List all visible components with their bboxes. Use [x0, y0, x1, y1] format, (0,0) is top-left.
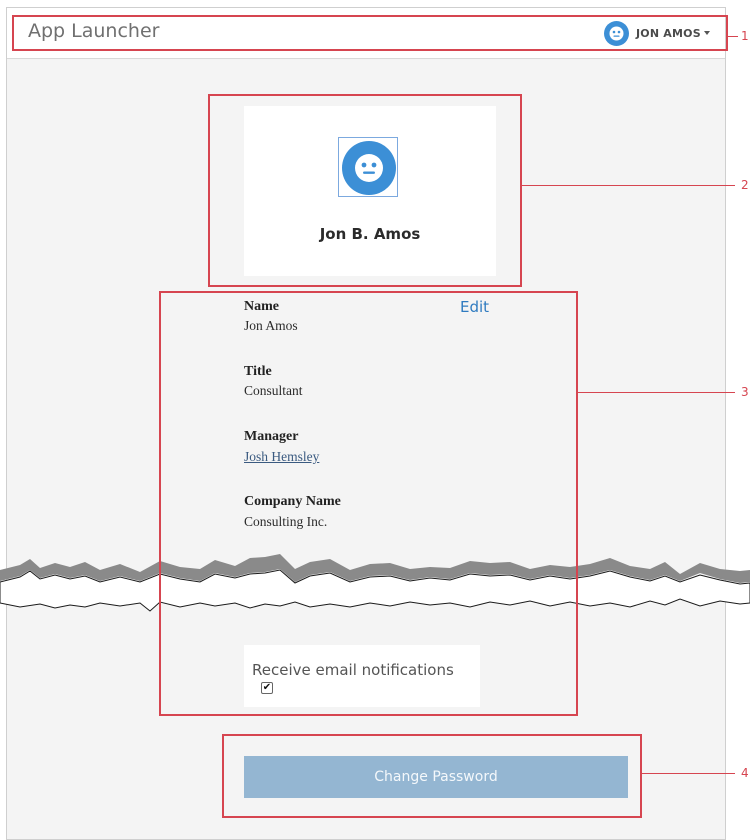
callout-number-3: 3	[741, 385, 749, 399]
callout-leader-3	[578, 392, 735, 393]
callout-leader-4	[642, 773, 735, 774]
callout-box-4	[222, 734, 642, 818]
callout-number-4: 4	[741, 766, 749, 780]
callout-box-3	[159, 291, 578, 716]
callout-box-1	[12, 15, 728, 51]
callout-number-2: 2	[741, 178, 749, 192]
callout-leader-1	[728, 36, 738, 37]
callout-box-2	[208, 94, 522, 287]
callout-number-1: 1	[741, 29, 749, 43]
callout-leader-2	[522, 185, 735, 186]
